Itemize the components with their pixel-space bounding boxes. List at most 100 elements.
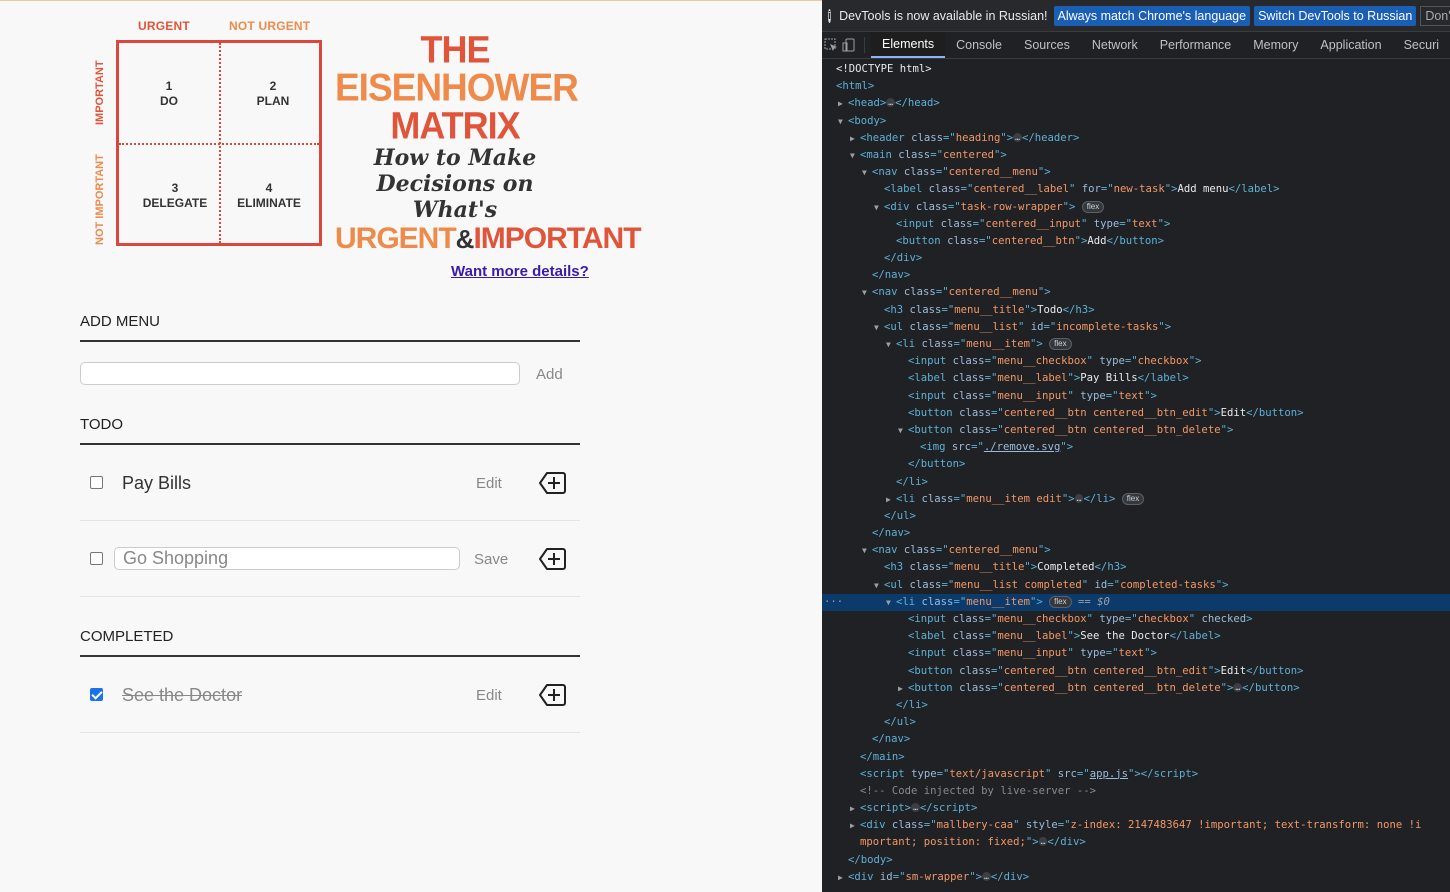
dom-node[interactable]: ▼ <ul class="menu__list completed" id="co… [822, 577, 1450, 594]
title-line-eisenhower: EISENHOWER [335, 65, 579, 109]
quadrant-label: DO [160, 94, 178, 108]
dom-node[interactable]: ▶ <script>… </script> [822, 800, 1450, 817]
dom-node[interactable]: ▼ <div class="task-row-wrapper"> flex [822, 199, 1450, 216]
delete-task-icon[interactable] [536, 679, 568, 711]
quadrant-number: 3 [171, 181, 179, 195]
matrix-quadrant-do: 1 DO [119, 79, 219, 109]
completed-title: COMPLETED [80, 628, 580, 657]
task-checkbox-checked[interactable] [90, 688, 103, 701]
task-checkbox[interactable] [90, 476, 103, 489]
matrix-quadrant-delegate: 3 DELEGATE [125, 181, 225, 211]
dom-node[interactable]: <h3 class="menu__title">Todo</h3> [822, 302, 1450, 319]
devtools-panel: i DevTools is now available in Russian! … [822, 0, 1450, 892]
dom-node[interactable]: <label class="menu__label">See the Docto… [822, 628, 1450, 645]
dom-node[interactable]: </li> [822, 697, 1450, 714]
task-edit-input[interactable]: Go Shopping [114, 547, 460, 570]
delete-task-icon[interactable] [536, 543, 568, 575]
delete-task-icon[interactable] [536, 467, 568, 499]
dom-node[interactable]: </ul> [822, 714, 1450, 731]
dom-node[interactable]: </li> [822, 474, 1450, 491]
title-urgent: URGENT [335, 222, 457, 255]
dom-node[interactable]: </button> [822, 456, 1450, 473]
dom-node-continued[interactable]: mportant; position: fixed;">… </div> [822, 834, 1450, 851]
device-toolbar-icon[interactable] [840, 32, 858, 58]
switch-to-russian-button[interactable]: Switch DevTools to Russian [1254, 5, 1417, 26]
dom-node[interactable]: <input class="menu__input" type="text"> [822, 645, 1450, 662]
tab-memory[interactable]: Memory [1242, 32, 1309, 58]
flex-badge[interactable]: flex [1121, 492, 1145, 505]
dom-node[interactable]: ▼ <li class="menu__item"> flex [822, 336, 1450, 353]
quadrant-number: 1 [165, 79, 173, 93]
title-line-how-to-make: How to Make [373, 145, 537, 171]
info-icon: i [828, 8, 832, 23]
dom-node[interactable]: <input class="centered__input" type="tex… [822, 216, 1450, 233]
dom-node[interactable]: </main> [822, 749, 1450, 766]
dom-node[interactable]: <!DOCTYPE html> [822, 61, 1450, 78]
new-task-input[interactable] [80, 362, 520, 385]
matrix-col-urgent: URGENT [138, 19, 190, 33]
flex-badge[interactable]: flex [1049, 595, 1072, 608]
dom-node[interactable]: <html> [822, 78, 1450, 95]
dom-node[interactable]: ▼ <button class="centered__btn centered__… [822, 422, 1450, 439]
flex-badge[interactable]: flex [1049, 338, 1072, 350]
dom-node[interactable]: <h3 class="menu__title">Completed</h3> [822, 559, 1450, 576]
dom-node[interactable]: </nav> [822, 267, 1450, 284]
tab-sources[interactable]: Sources [1013, 32, 1081, 58]
tab-elements[interactable]: Elements [871, 32, 946, 58]
quadrant-label: DELEGATE [142, 196, 208, 210]
inspect-element-icon[interactable] [822, 32, 840, 58]
dom-node[interactable]: </ul> [822, 508, 1450, 525]
dom-node[interactable]: ▶ <head>… </head> [822, 95, 1450, 112]
dom-node[interactable]: <button class="centered__btn centered__b… [822, 405, 1450, 422]
dom-node-selected[interactable]: ··· ▼ <li class="menu__item"> flex == $0 [822, 593, 1450, 611]
save-task-button[interactable]: Save [474, 551, 508, 568]
dom-node[interactable]: ▼ <nav class="centered__menu"> [822, 164, 1450, 181]
more-details-link[interactable]: Want more details? [451, 263, 589, 280]
dom-node[interactable]: <label class="centered__label" for="new-… [822, 181, 1450, 198]
dom-node[interactable]: </div> [822, 250, 1450, 267]
completed-task-row: See the Doctor Edit [80, 657, 580, 733]
dom-node[interactable]: <input class="menu__checkbox" type="chec… [822, 353, 1450, 370]
dom-node[interactable]: <button class="centered__btn">Add</butto… [822, 233, 1450, 250]
tab-performance[interactable]: Performance [1149, 32, 1243, 58]
matrix-col-not-urgent: NOT URGENT [229, 19, 311, 33]
dom-node[interactable]: ▶ <div id="sm-wrapper">… </div> [822, 869, 1450, 886]
add-task-button[interactable]: Add [536, 366, 563, 383]
dom-node[interactable]: ▼ <body> [822, 113, 1450, 130]
dom-node[interactable]: </nav> [822, 731, 1450, 748]
todo-title: TODO [80, 416, 580, 445]
dom-node[interactable]: <img src="./remove.svg"> [822, 439, 1450, 456]
task-row-editing: Go Shopping Save [80, 521, 580, 597]
dom-node[interactable]: ▶ <button class="centered__btn centered__… [822, 680, 1450, 697]
dom-node[interactable]: ▶ <li class="menu__item edit">… </li> flex [822, 491, 1450, 508]
tab-application[interactable]: Application [1309, 32, 1392, 58]
matrix-divider-horizontal [119, 143, 319, 145]
dom-node[interactable]: ▼ <nav class="centered__menu"> [822, 284, 1450, 301]
matrix-quadrant-eliminate: 4 ELIMINATE [219, 181, 319, 211]
tab-security[interactable]: Securi [1393, 32, 1450, 58]
dom-node[interactable]: ▼ <ul class="menu__list" id="incomplete-t… [822, 319, 1450, 336]
dom-node[interactable]: </nav> [822, 525, 1450, 542]
task-label: Pay Bills [122, 473, 192, 493]
always-match-language-button[interactable]: Always match Chrome's language [1053, 5, 1251, 26]
app-page: URGENT NOT URGENT IMPORTANT NOT IMPORTAN… [0, 0, 822, 892]
dom-node[interactable]: ▼ <nav class="centered__menu"> [822, 542, 1450, 559]
dom-node[interactable]: ▶ <header class="heading">… </header> [822, 130, 1450, 147]
dom-node[interactable]: <button class="centered__btn centered__b… [822, 663, 1450, 680]
dom-node[interactable]: <input class="menu__input" type="text"> [822, 388, 1450, 405]
dom-node[interactable]: ▶ <div class="mallbery-caa" style="z-inde… [822, 817, 1450, 834]
dom-node[interactable]: <script type="text/javascript" src="app.… [822, 766, 1450, 783]
tab-network[interactable]: Network [1081, 32, 1149, 58]
edit-task-button[interactable]: Edit [476, 475, 502, 492]
flex-badge[interactable]: flex [1081, 200, 1105, 213]
dom-node[interactable]: <input class="menu__checkbox" type="chec… [822, 611, 1450, 628]
dom-node[interactable]: <!-- Code injected by live-server --> [822, 783, 1450, 800]
edit-task-button[interactable]: Edit [476, 687, 502, 704]
dont-show-again-button[interactable]: Don't sho [1420, 5, 1450, 26]
task-checkbox[interactable] [90, 552, 103, 565]
node-actions-icon[interactable]: ··· [824, 594, 843, 611]
dom-node[interactable]: ▼ <main class="centered"> [822, 147, 1450, 164]
tab-console[interactable]: Console [945, 32, 1013, 58]
dom-node[interactable]: </body> [822, 852, 1450, 869]
dom-node[interactable]: <label class="menu__label">Pay Bills</la… [822, 370, 1450, 387]
